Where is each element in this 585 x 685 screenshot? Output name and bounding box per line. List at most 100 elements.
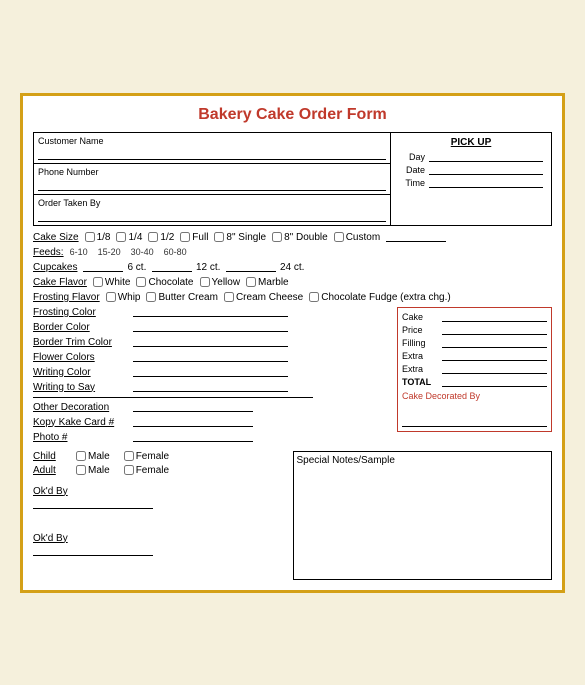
writing-to-say-input[interactable] xyxy=(133,382,288,392)
size-8-single-checkbox[interactable] xyxy=(214,232,224,242)
kopy-kake-input[interactable] xyxy=(133,417,253,427)
phone-input[interactable] xyxy=(38,179,386,191)
border-trim-color-label: Border Trim Color xyxy=(33,337,133,348)
child-male-checkbox[interactable] xyxy=(76,451,86,461)
customer-name-input[interactable] xyxy=(38,148,386,160)
child-male: Male xyxy=(76,451,110,462)
extra2-input[interactable] xyxy=(442,364,547,374)
day-input[interactable] xyxy=(429,152,543,162)
adult-female-checkbox[interactable] xyxy=(124,465,134,475)
frost-cream-cheese-checkbox[interactable] xyxy=(224,292,234,302)
cake-price-label: Cake xyxy=(402,312,442,322)
size-1-4-checkbox[interactable] xyxy=(116,232,126,242)
border-trim-color-input[interactable] xyxy=(133,337,288,347)
size-8-double: 8" Double xyxy=(272,232,328,243)
price-row: Price xyxy=(402,325,547,335)
total-input[interactable] xyxy=(442,377,547,387)
date-row: Date xyxy=(395,165,547,175)
frost-whip-label: Whip xyxy=(118,292,141,303)
order-taken-row: Order Taken By xyxy=(34,195,390,225)
okd-section-1: Ok'd By Ok'd By xyxy=(33,486,285,556)
flower-colors-label: Flower Colors xyxy=(33,352,133,363)
flavor-white: White xyxy=(93,277,131,288)
customer-name-row: Customer Name xyxy=(34,133,390,164)
photo-input[interactable] xyxy=(133,432,253,442)
frosting-color-input[interactable] xyxy=(133,307,288,317)
date-label: Date xyxy=(395,165,425,175)
frost-choc-fudge-label: Chocolate Fudge (extra chg.) xyxy=(321,292,451,303)
date-input[interactable] xyxy=(429,165,543,175)
adult-male-checkbox[interactable] xyxy=(76,465,86,475)
frost-whip-checkbox[interactable] xyxy=(106,292,116,302)
cupcakes-row: Cupcakes 6 ct. 12 ct. 24 ct. xyxy=(33,262,552,273)
cupcakes-blank2[interactable] xyxy=(152,262,192,272)
customer-name-label: Customer Name xyxy=(38,136,386,146)
flower-colors-input[interactable] xyxy=(133,352,288,362)
cake-flavor-row: Cake Flavor White Chocolate Yellow Marbl… xyxy=(33,277,552,288)
okd-input-2[interactable] xyxy=(33,546,153,556)
pickup-section: PICK UP Day Date Time xyxy=(391,133,551,225)
frosting-flavor-row: Frosting Flavor Whip Butter Cream Cream … xyxy=(33,292,552,303)
flavor-marble: Marble xyxy=(246,277,289,288)
size-custom-checkbox[interactable] xyxy=(334,232,344,242)
frosting-flavor-label: Frosting Flavor xyxy=(33,292,100,303)
feeds-ranges: 6-10 15-20 30-40 60-80 xyxy=(70,247,187,257)
adult-female: Female xyxy=(124,465,169,476)
okd-label-2: Ok'd By xyxy=(33,533,285,544)
size-1-8-checkbox[interactable] xyxy=(85,232,95,242)
flavor-yellow-checkbox[interactable] xyxy=(200,277,210,287)
okd-input-1[interactable] xyxy=(33,499,153,509)
frost-whip: Whip xyxy=(106,292,141,303)
size-8-single-label: 8" Single xyxy=(226,232,266,243)
size-1-2-checkbox[interactable] xyxy=(148,232,158,242)
flavor-marble-checkbox[interactable] xyxy=(246,277,256,287)
size-custom-input[interactable] xyxy=(386,232,446,242)
size-1-4-label: 1/4 xyxy=(128,232,142,243)
flavor-marble-label: Marble xyxy=(258,277,289,288)
size-full-checkbox[interactable] xyxy=(180,232,190,242)
frost-choc-fudge: Chocolate Fudge (extra chg.) xyxy=(309,292,451,303)
extra1-input[interactable] xyxy=(442,351,547,361)
total-label: TOTAL xyxy=(402,377,442,387)
customer-info: Customer Name Phone Number Order Taken B… xyxy=(34,133,391,225)
frost-cream-cheese-label: Cream Cheese xyxy=(236,292,303,303)
flavor-white-checkbox[interactable] xyxy=(93,277,103,287)
frost-choc-fudge-checkbox[interactable] xyxy=(309,292,319,302)
cupcakes-blank3[interactable] xyxy=(226,262,276,272)
price-input[interactable] xyxy=(442,325,547,335)
size-full-label: Full xyxy=(192,232,208,243)
child-male-label: Male xyxy=(88,451,110,462)
flavor-chocolate-checkbox[interactable] xyxy=(136,277,146,287)
border-color-input[interactable] xyxy=(133,322,288,332)
child-row: Child Male Female xyxy=(33,451,285,462)
extra1-row: Extra xyxy=(402,351,547,361)
flavor-yellow: Yellow xyxy=(200,277,241,288)
cake-price-input[interactable] xyxy=(442,312,547,322)
cake-price-row: Cake xyxy=(402,312,547,322)
frost-butter-checkbox[interactable] xyxy=(146,292,156,302)
order-taken-input[interactable] xyxy=(38,210,386,222)
other-decoration-input[interactable] xyxy=(133,402,253,412)
size-1-8-label: 1/8 xyxy=(97,232,111,243)
cupcakes-label: Cupcakes xyxy=(33,262,77,273)
other-decoration-label: Other Decoration xyxy=(33,402,133,413)
divider xyxy=(33,397,313,398)
writing-color-input[interactable] xyxy=(133,367,288,377)
writing-color-row: Writing Color xyxy=(33,367,389,378)
flavor-yellow-label: Yellow xyxy=(212,277,241,288)
extra2-label: Extra xyxy=(402,364,442,374)
bottom-section: Child Male Female Adult Male xyxy=(33,451,552,580)
size-8-double-checkbox[interactable] xyxy=(272,232,282,242)
size-1-8: 1/8 xyxy=(85,232,111,243)
child-female-checkbox[interactable] xyxy=(124,451,134,461)
kopy-kake-row: Kopy Kake Card # xyxy=(33,417,389,428)
day-label: Day xyxy=(395,152,425,162)
cupcakes-blank1[interactable] xyxy=(83,262,123,272)
decorated-by-input[interactable] xyxy=(402,417,547,427)
filling-input[interactable] xyxy=(442,338,547,348)
child-female-label: Female xyxy=(136,451,169,462)
total-row: TOTAL xyxy=(402,377,547,387)
child-female: Female xyxy=(124,451,169,462)
time-input[interactable] xyxy=(429,178,543,188)
special-notes-label: Special Notes/Sample xyxy=(297,455,549,466)
